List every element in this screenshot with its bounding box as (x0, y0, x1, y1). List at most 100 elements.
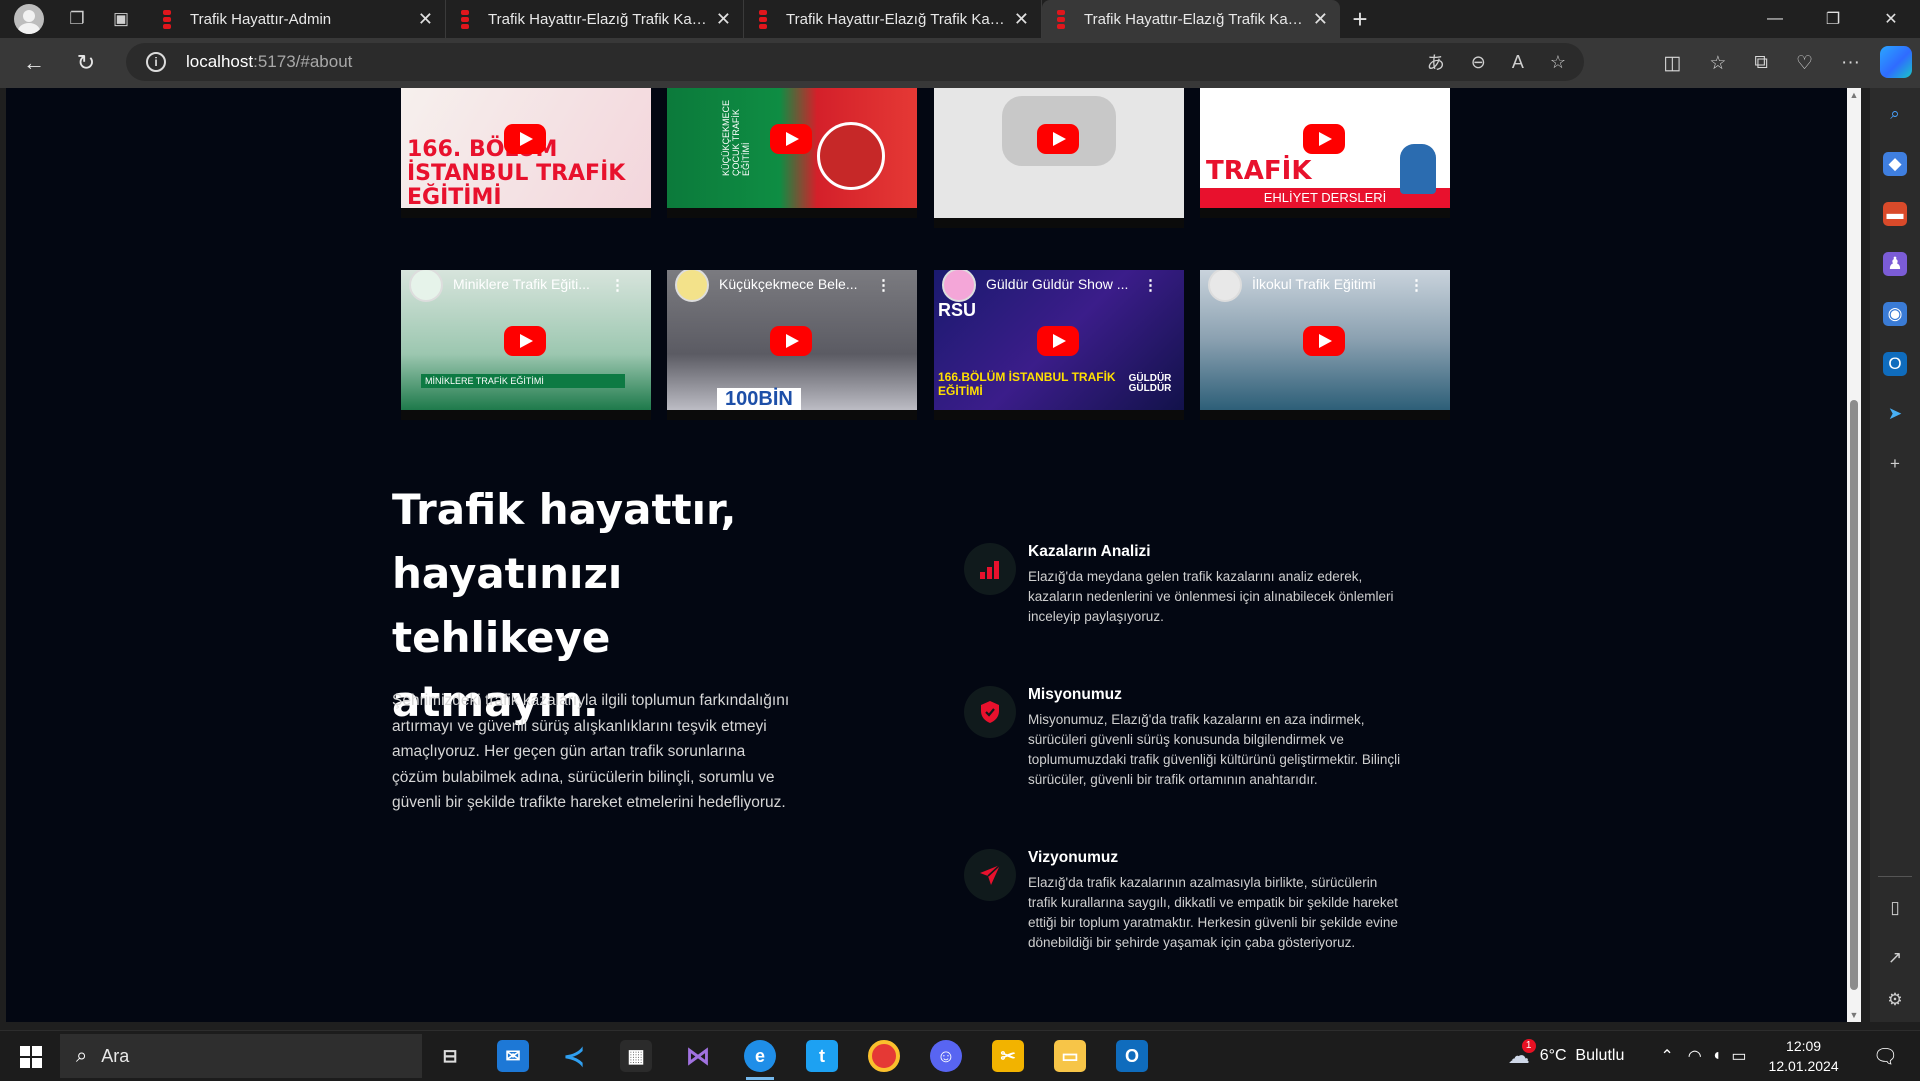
copilot-icon[interactable] (1880, 46, 1912, 78)
back-icon[interactable]: ← (16, 45, 52, 81)
video-title[interactable]: İlkokul Trafik Eğitimi (1252, 276, 1402, 292)
youtube-play-icon[interactable] (770, 326, 812, 356)
notifications-icon[interactable]: 🗨 (1873, 1044, 1898, 1069)
split-screen-icon[interactable]: ◫ (1663, 52, 1681, 75)
channel-avatar[interactable] (409, 270, 443, 302)
favorites-icon[interactable]: ☆ (1709, 52, 1726, 75)
close-tab-icon[interactable]: ✕ (716, 9, 731, 30)
video-menu-icon[interactable]: ⋮ (876, 276, 891, 294)
url-text[interactable]: localhost:5173/#about (186, 52, 352, 72)
browser-tab[interactable]: Trafik Hayattır-Elazığ Trafik Kazaları ✕ (744, 0, 1042, 38)
discord-icon[interactable]: ☺ (930, 1040, 962, 1072)
add-icon[interactable]: + (1883, 452, 1907, 476)
read-aloud-icon[interactable]: A (1512, 52, 1524, 73)
zoom-icon[interactable]: ⊖ (1471, 52, 1486, 73)
outlook-icon[interactable]: O (1883, 352, 1907, 376)
vscode-icon[interactable]: ≺ (558, 1040, 590, 1072)
youtube-play-icon[interactable] (1037, 326, 1079, 356)
scrollbar-thumb[interactable] (1850, 400, 1858, 990)
sidebar-panel-icon[interactable]: ▯ (1883, 896, 1907, 920)
youtube-play-icon[interactable] (1303, 124, 1345, 154)
address-bar[interactable]: i localhost:5173/#about あ ⊖ A ☆ (126, 43, 1584, 81)
channel-avatar[interactable] (1208, 270, 1242, 302)
search-icon: ⌕ (76, 1044, 88, 1067)
video-thumbnail[interactable]: Güldür Güldür Show ... ⋮ RSU 166.BÖLÜM İ… (934, 270, 1184, 420)
collections-icon[interactable]: ⧉ (1754, 52, 1768, 74)
video-thumbnail[interactable]: KÜÇÜKÇEKMECE ÇOCUK TRAFİK EĞİTİMİ (667, 88, 917, 218)
new-tab-button[interactable]: + (1340, 0, 1380, 38)
restore-icon[interactable]: ❐ (1804, 0, 1862, 38)
video-title[interactable]: Küçükçekmece Bele... (719, 276, 869, 292)
windows-start-icon[interactable] (20, 1046, 42, 1068)
profile-avatar[interactable] (14, 4, 44, 34)
tools-icon[interactable]: ▬ (1883, 202, 1907, 226)
snipping-tool-icon[interactable]: ✂ (992, 1040, 1024, 1072)
browser-tab-active[interactable]: Trafik Hayattır-Elazığ Trafik Kazaları ✕ (1042, 0, 1340, 38)
page-scrollbar[interactable]: ▲ ▼ (1847, 88, 1861, 1022)
weather-text[interactable]: 6°C Bulutlu (1540, 1047, 1625, 1065)
twitter-icon[interactable]: t (806, 1040, 838, 1072)
drop-icon[interactable]: ➤ (1883, 402, 1907, 426)
sidebar-divider (1878, 876, 1912, 877)
minimize-icon[interactable]: — (1746, 0, 1804, 38)
video-menu-icon[interactable]: ⋮ (1143, 276, 1158, 294)
bar-chart-icon (964, 543, 1016, 595)
close-tab-icon[interactable]: ✕ (1313, 9, 1328, 30)
wifi-icon[interactable]: ◠ (1688, 1046, 1702, 1066)
taskbar-search[interactable]: ⌕ Ara (60, 1034, 422, 1078)
video-thumbnail[interactable]: Küçükçekmece Bele... ⋮ 100BİN (667, 270, 917, 420)
browser-tab[interactable]: Trafik Hayattır-Elazığ Trafik Kazaları ✕ (446, 0, 744, 38)
youtube-play-icon[interactable] (504, 124, 546, 154)
battery-icon[interactable]: ▭ (1731, 1046, 1746, 1066)
youtube-play-icon[interactable] (770, 124, 812, 154)
video-thumbnail[interactable] (934, 88, 1184, 228)
video-thumbnail[interactable]: Miniklere Trafik Eğiti... ⋮ MİNİKLERE TR… (401, 270, 651, 420)
browser-tab[interactable]: Trafik Hayattır-Admin ✕ (148, 0, 446, 38)
video-thumbnail[interactable]: 166. BÖLÜM İSTANBUL TRAFİK EĞİTİMİ (401, 88, 651, 218)
games-icon[interactable]: ♟ (1883, 252, 1907, 276)
close-tab-icon[interactable]: ✕ (418, 9, 433, 30)
settings-gear-icon[interactable]: ⚙ (1883, 988, 1907, 1012)
show-hidden-icons-icon[interactable]: ⌃ (1660, 1046, 1673, 1066)
close-tab-icon[interactable]: ✕ (1014, 9, 1029, 30)
scroll-down-icon[interactable]: ▼ (1849, 1010, 1859, 1020)
close-window-icon[interactable]: ✕ (1862, 0, 1920, 38)
shopping-icon[interactable]: ◆ (1883, 152, 1907, 176)
volume-icon[interactable]: ◖ (1712, 1047, 1722, 1065)
video-menu-icon[interactable]: ⋮ (610, 276, 625, 294)
translate-icon[interactable]: あ (1427, 49, 1445, 75)
edge-sidebar: ⌕ ◆ ▬ ♟ ◉ O ➤ + ▯ ↗ ⚙ (1870, 88, 1920, 1022)
workspaces-icon[interactable]: ❐ (66, 8, 88, 30)
more-options-icon[interactable]: ··· (1841, 52, 1860, 74)
video-title[interactable]: Miniklere Trafik Eğiti... (453, 276, 603, 292)
channel-avatar[interactable] (942, 270, 976, 302)
video-title[interactable]: Güldür Güldür Show ... (986, 276, 1136, 292)
tab-title: Trafik Hayattır-Admin (190, 10, 332, 28)
file-explorer-icon[interactable]: ▭ (1054, 1040, 1086, 1072)
open-external-icon[interactable]: ↗ (1883, 946, 1907, 970)
vertical-tabs-icon[interactable]: ▣ (110, 8, 132, 30)
site-info-icon[interactable]: i (146, 52, 166, 72)
browser-essentials-icon[interactable]: ♡ (1796, 52, 1813, 75)
youtube-play-icon[interactable] (1303, 326, 1345, 356)
favorite-star-icon[interactable]: ☆ (1550, 52, 1566, 73)
edge-icon[interactable]: e (744, 1040, 776, 1080)
scroll-up-icon[interactable]: ▲ (1849, 90, 1859, 100)
video-thumbnail[interactable]: İlkokul Trafik Eğitimi ⋮ (1200, 270, 1450, 420)
office-icon[interactable]: ◉ (1883, 302, 1907, 326)
visual-studio-icon[interactable]: ⋈ (682, 1040, 714, 1072)
refresh-icon[interactable]: ↻ (68, 45, 104, 81)
youtube-play-icon[interactable] (504, 326, 546, 356)
channel-avatar[interactable] (675, 270, 709, 302)
clock[interactable]: 12:09 12.01.2024 (1769, 1036, 1839, 1076)
store-icon[interactable]: ▦ (620, 1040, 652, 1072)
video-menu-icon[interactable]: ⋮ (1409, 276, 1424, 294)
task-view-icon[interactable]: ⊟ (434, 1040, 466, 1072)
mail-icon[interactable]: ✉ (497, 1040, 529, 1072)
youtube-play-icon[interactable] (1037, 124, 1079, 154)
search-icon[interactable]: ⌕ (1883, 102, 1907, 126)
weather-cloud-icon[interactable]: ☁ 1 (1508, 1039, 1536, 1069)
chrome-icon[interactable] (868, 1040, 900, 1072)
video-thumbnail[interactable]: TRAFİK LEVHALARI EHLİYET DERSLERİ (1200, 88, 1450, 218)
outlook-new-icon[interactable]: O (1116, 1040, 1148, 1072)
